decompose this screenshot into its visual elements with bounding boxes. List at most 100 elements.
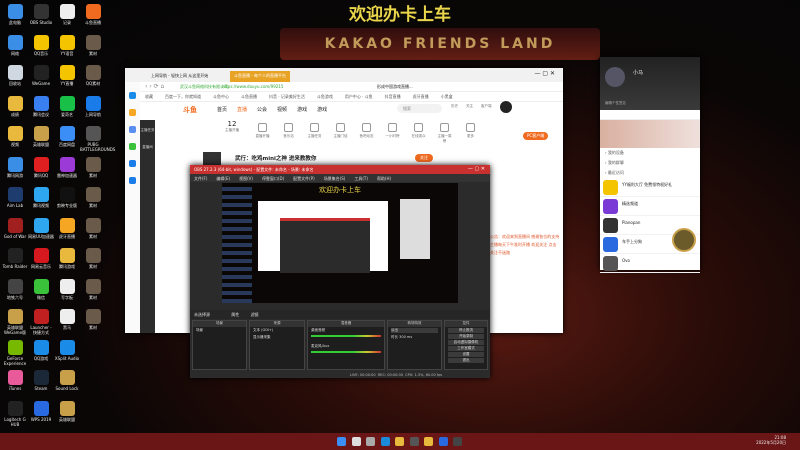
desktop-icon[interactable]: 爱奇艺: [54, 95, 80, 117]
desktop-icon[interactable]: Sound Lock: [54, 370, 80, 391]
desktop-icon[interactable]: WeGame: [28, 65, 54, 86]
desktop-icon[interactable]: 素材: [80, 187, 106, 208]
desktop-icon[interactable]: Logitech G HUB: [2, 400, 28, 427]
taskbar-app-icon[interactable]: [351, 437, 361, 446]
feature-item[interactable]: 更多: [463, 123, 478, 144]
menu-item[interactable]: 文件(F): [194, 176, 207, 181]
qq-tabs[interactable]: [600, 110, 700, 120]
pc-client-button[interactable]: PC客户端: [523, 132, 549, 140]
nav-buttons[interactable]: ‹ › ⟳ ⌂: [145, 83, 164, 90]
qq-section[interactable]: › 我的群聊: [600, 158, 700, 168]
desktop-icon[interactable]: 素材: [80, 217, 106, 239]
desktop-icon[interactable]: QQ游戏: [28, 339, 54, 361]
desktop-icon[interactable]: QQ素材: [80, 65, 106, 86]
properties-button[interactable]: 属性: [231, 312, 239, 317]
desktop-icon[interactable]: XSplit Audio: [54, 339, 80, 361]
history-icon[interactable]: 历史: [451, 104, 458, 113]
feature-item[interactable]: 主播门徒: [333, 123, 348, 144]
bookmark-item[interactable]: 用户中心 · 斗鱼: [345, 94, 373, 99]
qq-section[interactable]: › 最近访问: [600, 168, 700, 178]
menu-item[interactable]: 停靠窗口(D): [262, 176, 284, 181]
bookmark-item[interactable]: 小黑盒: [441, 94, 453, 99]
desktop-icon[interactable]: 腾讯视频: [28, 187, 54, 208]
source-item[interactable]: 显示器采集: [250, 334, 304, 341]
menu-item[interactable]: 视图(V): [239, 176, 253, 181]
tab-douyu[interactable]: 斗鱼直播 - 每个人的直播平台: [230, 71, 290, 82]
desktop-icon[interactable]: 英雄联盟WeGame版: [2, 309, 28, 335]
taskbar-app-icon[interactable]: [366, 437, 375, 446]
desktop-icon[interactable]: PUBG BATTLEGROUNDS: [80, 126, 115, 152]
desktop-icon[interactable]: 成绩: [2, 95, 28, 117]
desktop-icon[interactable]: YY直播: [54, 65, 80, 86]
desktop-icon[interactable]: 腾讯QQ: [28, 156, 54, 178]
bookmark-item[interactable]: 抖音直播: [385, 94, 401, 99]
menu-item[interactable]: 配置文件(P): [293, 176, 315, 181]
duration-input[interactable]: 300 ms: [399, 335, 412, 339]
taskbar-app-icon[interactable]: [337, 437, 346, 446]
desktop-icon[interactable]: 素材: [80, 156, 106, 178]
nav-item[interactable]: 游戏: [317, 107, 327, 113]
desktop-icon[interactable]: 腾讯游戏: [54, 248, 80, 269]
desktop-icon[interactable]: 回收站: [2, 65, 28, 86]
desktop-icon[interactable]: 英雄联盟: [28, 126, 54, 147]
desktop-icon[interactable]: 素材: [80, 278, 106, 300]
browser-search[interactable]: 形成中国游戏直播...: [377, 84, 413, 90]
desktop-icon[interactable]: 素材: [80, 248, 106, 269]
url-input[interactable]: https://www.douyu.com/99215: [222, 84, 283, 89]
filters-button[interactable]: 滤镜: [251, 312, 259, 317]
window-controls[interactable]: — ▢ ✕: [534, 70, 555, 77]
desktop-icon[interactable]: 素材: [80, 309, 106, 330]
desktop-icon[interactable]: 英雄联盟: [54, 400, 80, 422]
follow-button[interactable]: 关注: [415, 154, 433, 162]
desktop-icon[interactable]: 记录: [54, 4, 80, 25]
desktop-icon[interactable]: 写字板: [54, 278, 80, 300]
taskbar-app-icon[interactable]: [438, 437, 448, 446]
desktop-icon[interactable]: OBS Studio: [28, 4, 54, 25]
desktop-icon[interactable]: GeForce Experience: [2, 339, 28, 366]
desktop-icon[interactable]: 百度网盘: [54, 126, 80, 147]
window-controls[interactable]: — ▢ ✕: [468, 166, 485, 172]
menu-item[interactable]: 帮助(H): [377, 176, 391, 181]
qq-signature[interactable]: 编辑个性签名: [605, 101, 626, 106]
control-button[interactable]: 停止推流: [448, 328, 484, 333]
control-button[interactable]: 启动虚拟摄像机: [448, 340, 484, 345]
desktop-icon[interactable]: 素材: [80, 34, 106, 56]
bookmark-item[interactable]: 百度一下，你就知道: [165, 94, 201, 99]
taskbar-app-icon[interactable]: [395, 437, 404, 446]
desktop-icon[interactable]: Launcher - 快捷方式: [28, 309, 54, 335]
source-item[interactable]: 文本 (GDI+): [250, 327, 304, 334]
taskbar-app-icon[interactable]: [424, 437, 433, 446]
desktop-icon[interactable]: YY语音: [54, 34, 80, 56]
bookmark-item[interactable]: 虎牙直播: [413, 94, 429, 99]
menu-item[interactable]: 工具(T): [354, 176, 368, 181]
feature-item[interactable]: 主播任务: [307, 123, 322, 144]
scene-item[interactable]: 场景: [193, 327, 246, 334]
desktop-icon[interactable]: 此电脑: [2, 4, 28, 25]
menu-item[interactable]: 场景集合(S): [324, 176, 346, 181]
avatar[interactable]: [499, 101, 512, 113]
bookmark-item[interactable]: 收藏: [145, 94, 153, 99]
desktop-icon[interactable]: 网易UU加速器: [28, 217, 54, 239]
douyu-logo[interactable]: 斗鱼: [183, 105, 197, 115]
desktop-icon[interactable]: 网易云音乐: [28, 248, 54, 269]
desktop-icon[interactable]: 地铁六号: [2, 278, 28, 300]
desktop-icon[interactable]: Steam: [28, 370, 54, 391]
desktop-icon[interactable]: 雷神加速器: [54, 156, 80, 178]
side-link[interactable]: 直播间: [140, 145, 155, 150]
feature-item[interactable]: 在线观众: [411, 123, 426, 144]
feature-item[interactable]: 一小时榜: [385, 123, 400, 144]
desktop-icon[interactable]: Tomb Raider: [2, 248, 28, 269]
desktop-icon[interactable]: God of War: [2, 217, 28, 239]
desktop-icon[interactable]: 剪映专业版: [54, 187, 80, 208]
bookmark-item[interactable]: 斗鱼游戏: [317, 94, 333, 99]
nav-item[interactable]: 游戏: [297, 107, 307, 113]
desktop-icon[interactable]: 视频: [2, 126, 28, 147]
obs-preview[interactable]: 欢迎办卡上车: [222, 183, 458, 303]
control-button[interactable]: 设置: [448, 352, 484, 357]
volume-meter[interactable]: [311, 351, 381, 353]
taskbar-app-icon[interactable]: [380, 437, 390, 446]
desktop-icon[interactable]: 腾讯会议: [28, 95, 54, 117]
bookmark-item[interactable]: 抖音 · 记录美好生活: [269, 94, 305, 99]
feature-item[interactable]: 鱼吧动态: [359, 123, 374, 144]
game-badge-icon[interactable]: [672, 228, 696, 252]
